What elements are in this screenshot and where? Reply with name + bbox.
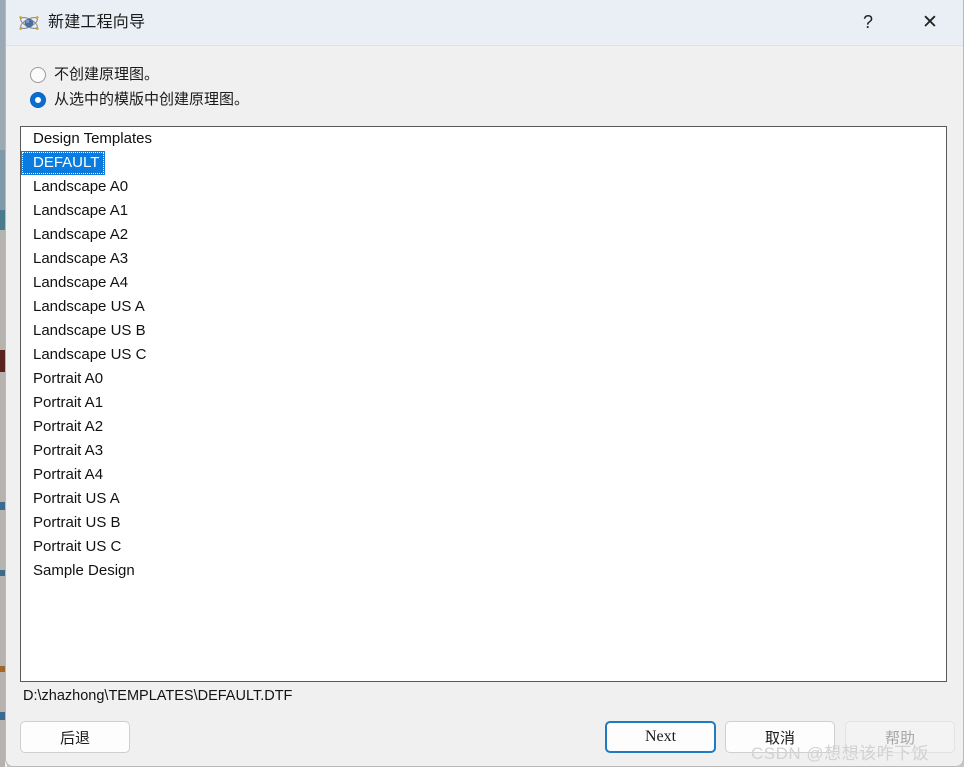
list-item-label[interactable]: Portrait US C <box>21 535 946 559</box>
list-item-label[interactable]: Landscape A0 <box>21 175 946 199</box>
back-button-label: 后退 <box>59 729 90 747</box>
selected-template-path: D:\zhazhong\TEMPLATES\DEFAULT.DTF <box>23 688 293 704</box>
help-button: 帮助 <box>845 721 955 753</box>
titlebar-close-button[interactable]: ✕ <box>906 0 954 44</box>
list-item-label[interactable]: Landscape A1 <box>21 199 946 223</box>
list-item-label[interactable]: Landscape A3 <box>21 247 946 271</box>
list-item-label[interactable]: Landscape A4 <box>21 271 946 295</box>
list-item-label[interactable]: Landscape US C <box>21 343 946 367</box>
list-item-label[interactable]: Portrait US B <box>21 511 946 535</box>
radio-no-schematic[interactable]: 不创建原理图。 <box>30 66 159 84</box>
list-item[interactable]: Landscape A3 <box>21 247 946 271</box>
list-item[interactable]: Portrait A3 <box>21 439 946 463</box>
list-item-label[interactable]: Sample Design <box>21 559 946 583</box>
list-item[interactable]: Landscape A0 <box>21 175 946 199</box>
cancel-button-label: 取消 <box>764 729 795 747</box>
next-button[interactable]: Next <box>605 721 716 753</box>
list-item[interactable]: Design Templates <box>21 127 946 151</box>
list-item[interactable]: Landscape A4 <box>21 271 946 295</box>
list-item[interactable]: Landscape A1 <box>21 199 946 223</box>
title-bar: 新建工程向导 ? ✕ <box>6 0 963 46</box>
list-item[interactable]: Landscape US C <box>21 343 946 367</box>
list-item[interactable]: Landscape US A <box>21 295 946 319</box>
list-item-label[interactable]: Portrait A2 <box>21 415 946 439</box>
list-item[interactable]: Portrait A2 <box>21 415 946 439</box>
help-button-label: 帮助 <box>884 729 915 747</box>
list-item[interactable]: Portrait A4 <box>21 463 946 487</box>
next-button-label: Next <box>644 728 677 745</box>
list-item-label[interactable]: Portrait A1 <box>21 391 946 415</box>
list-item[interactable]: Landscape A2 <box>21 223 946 247</box>
list-item-label[interactable]: Portrait A3 <box>21 439 946 463</box>
back-button[interactable]: 后退 <box>20 721 130 753</box>
design-templates-listbox[interactable]: Design Templates DEFAULT Landscape A0 Lands… <box>20 126 947 682</box>
window-title: 新建工程向导 <box>48 14 146 31</box>
atom-icon <box>18 12 40 34</box>
list-item-label[interactable]: Portrait US A <box>21 487 946 511</box>
list-item[interactable]: Portrait US C <box>21 535 946 559</box>
list-item[interactable]: Sample Design <box>21 559 946 583</box>
radio-from-template-label: 从选中的模版中创建原理图。 <box>54 91 250 108</box>
list-item-label[interactable]: Portrait A4 <box>21 463 946 487</box>
radio-from-template-mark[interactable] <box>30 92 46 108</box>
list-item-label[interactable]: Landscape A2 <box>21 223 946 247</box>
list-item[interactable]: Landscape US B <box>21 319 946 343</box>
list-item-label[interactable]: Design Templates <box>21 127 946 151</box>
list-item[interactable]: DEFAULT <box>21 151 946 175</box>
list-item[interactable]: Portrait A1 <box>21 391 946 415</box>
list-item-label[interactable]: DEFAULT <box>21 151 106 175</box>
list-item[interactable]: Portrait US B <box>21 511 946 535</box>
radio-no-schematic-mark[interactable] <box>30 67 46 83</box>
radio-from-template[interactable]: 从选中的模版中创建原理图。 <box>30 91 249 109</box>
new-project-wizard-dialog: 新建工程向导 ? ✕ 不创建原理图。 从选中的模版中创建原理图。 Design … <box>5 0 964 767</box>
list-item-label[interactable]: Landscape US B <box>21 319 946 343</box>
cancel-button[interactable]: 取消 <box>725 721 835 753</box>
close-icon: ✕ <box>922 11 938 33</box>
list-item[interactable]: Portrait A0 <box>21 367 946 391</box>
question-mark-icon: ? <box>862 11 873 32</box>
titlebar-help-button[interactable]: ? <box>844 0 892 44</box>
radio-no-schematic-label: 不创建原理图。 <box>54 66 160 83</box>
list-item-label[interactable]: Portrait A0 <box>21 367 946 391</box>
list-item-label[interactable]: Landscape US A <box>21 295 946 319</box>
list-item[interactable]: Portrait US A <box>21 487 946 511</box>
